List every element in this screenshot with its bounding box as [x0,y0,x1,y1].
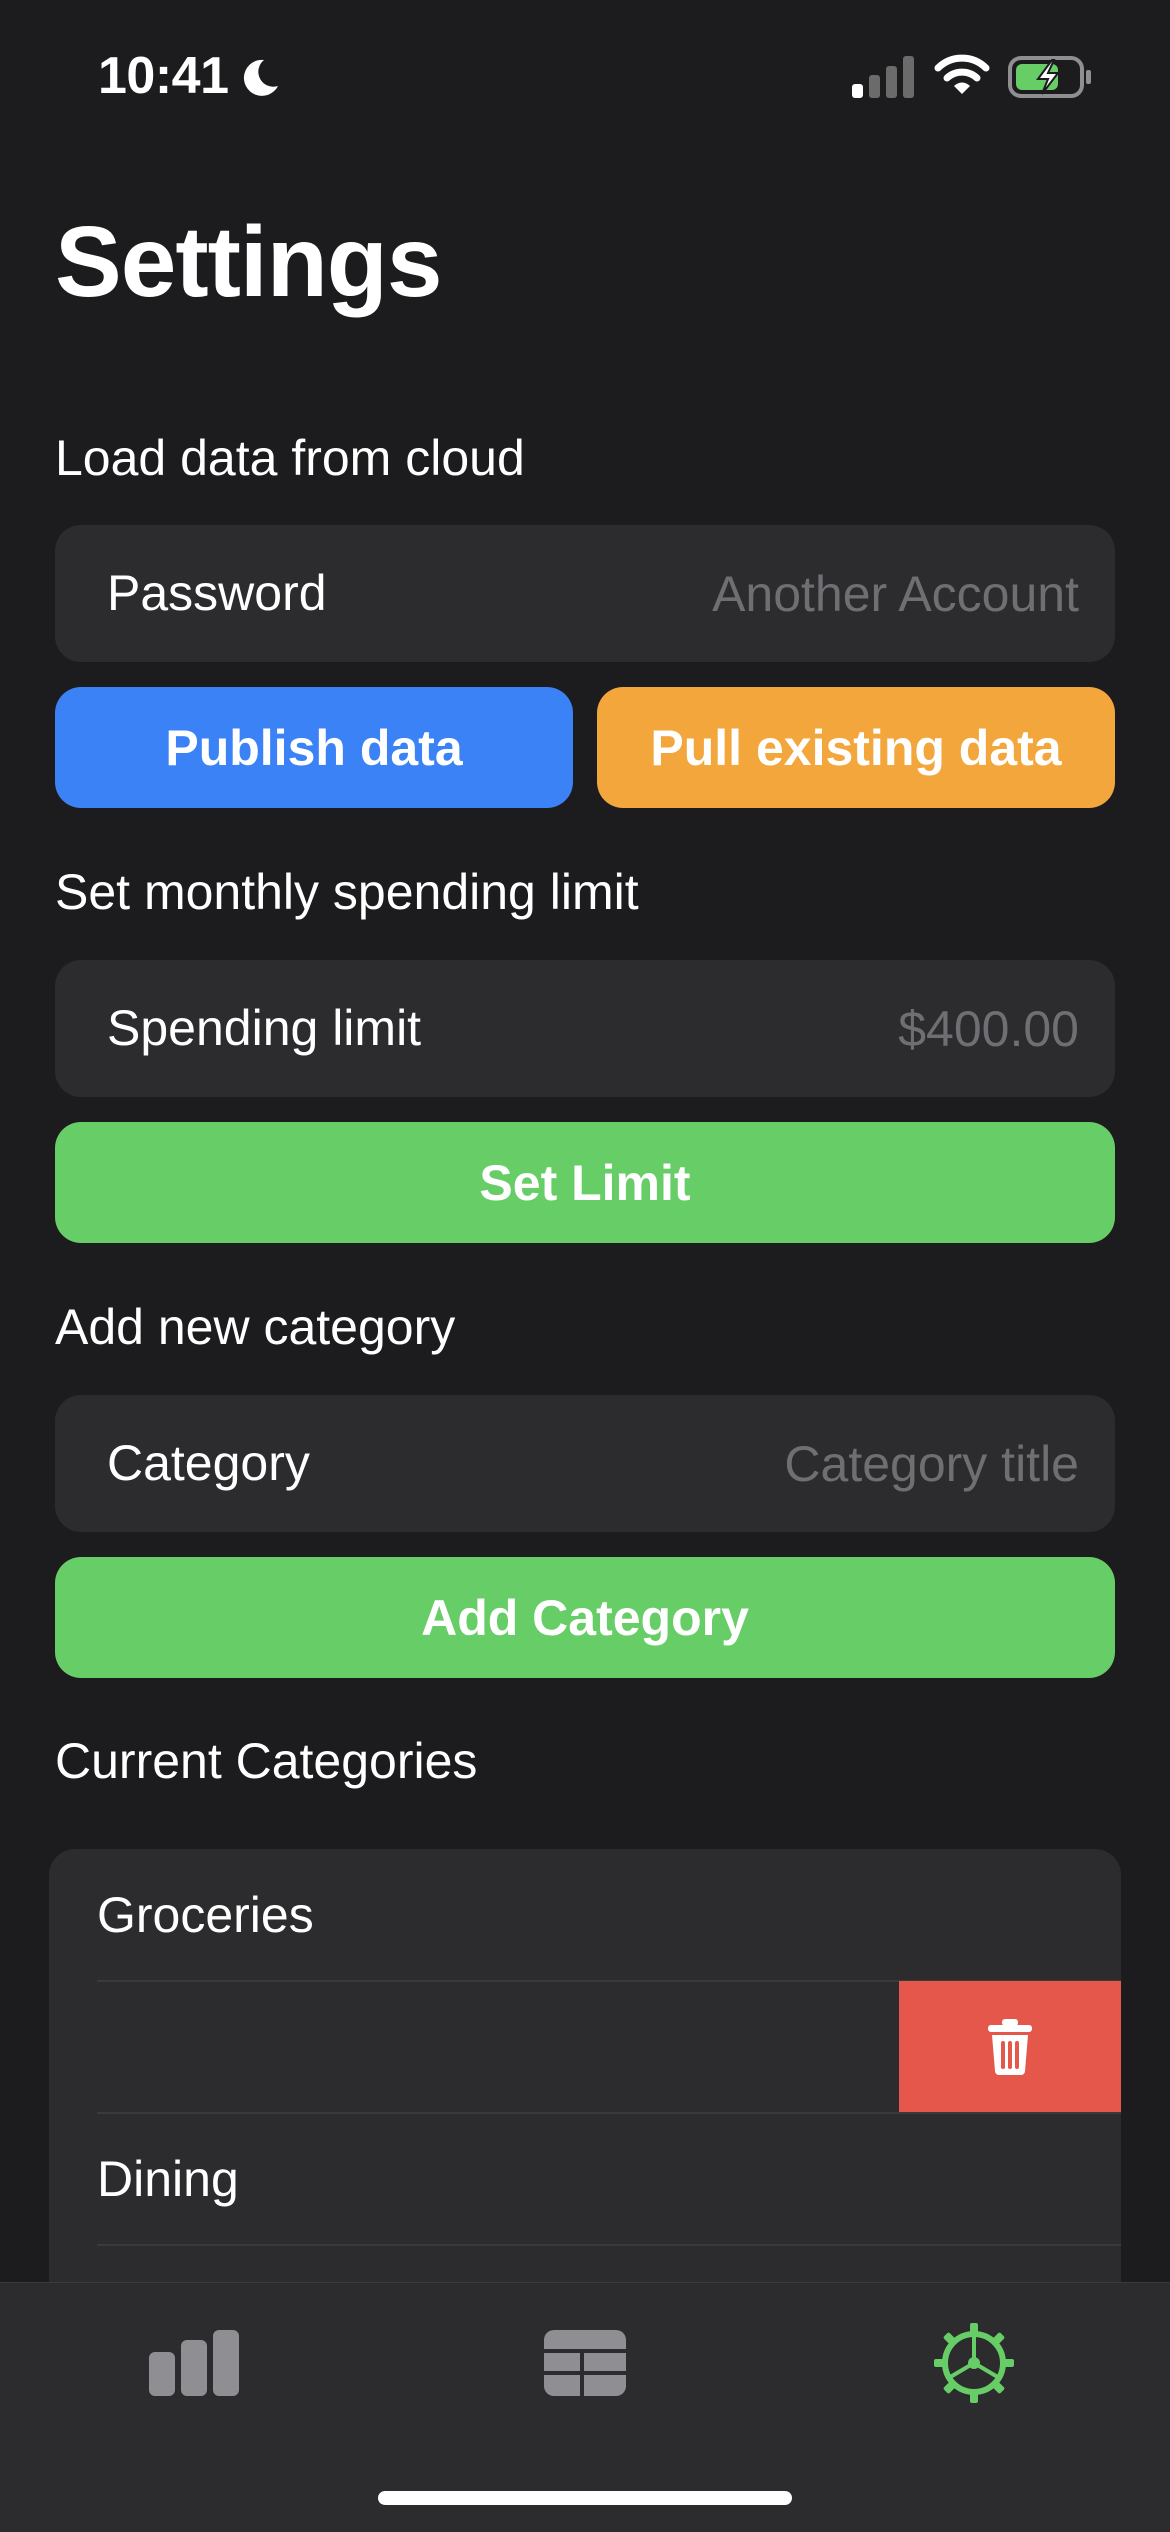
home-indicator [378,2491,792,2505]
moon-icon [243,59,278,96]
tab-statistics[interactable] [94,2303,294,2423]
table-icon [544,2330,626,2396]
category-row-dining[interactable]: Dining [49,2113,1121,2245]
limit-section-label: Set monthly spending limit [55,864,639,920]
current-categories-label: Current Categories [55,1733,478,1789]
status-time: 10:41 [98,47,229,105]
wifi-icon [934,54,990,94]
page-title: Settings [55,206,442,318]
spending-limit-field[interactable]: Spending limit [55,960,1115,1097]
password-input[interactable] [519,525,1079,662]
category-label: Dining [97,2151,239,2207]
gear-icon [934,2323,1014,2403]
category-row-groceries[interactable]: Groceries [49,1849,1121,1981]
pull-existing-data-button[interactable]: Pull existing data [597,687,1115,808]
cloud-section-label: Load data from cloud [55,430,525,486]
bar-chart-icon [149,2330,239,2396]
tab-table[interactable] [485,2303,685,2423]
set-limit-button[interactable]: Set Limit [55,1122,1115,1243]
password-field-label: Password [107,565,327,621]
category-row-swiped[interactable] [49,1981,1121,2113]
cellular-signal-icon [852,56,914,98]
category-label: Groceries [97,1887,314,1943]
status-bar: 10:41 [0,0,1170,150]
battery-charging-icon [1008,56,1091,98]
tab-settings[interactable] [874,2303,1074,2423]
spending-limit-input[interactable] [519,960,1079,1097]
category-field-label: Category [107,1435,310,1491]
category-title-input[interactable] [519,1395,1079,1532]
row-divider [97,2244,1121,2246]
category-field[interactable]: Category [55,1395,1115,1532]
password-field[interactable]: Password [55,525,1115,662]
delete-category-button[interactable] [899,1981,1121,2113]
publish-data-button[interactable]: Publish data [55,687,573,808]
trash-icon [988,2019,1032,2075]
add-category-button[interactable]: Add Category [55,1557,1115,1678]
spending-limit-field-label: Spending limit [107,1000,422,1056]
category-section-label: Add new category [55,1299,456,1355]
